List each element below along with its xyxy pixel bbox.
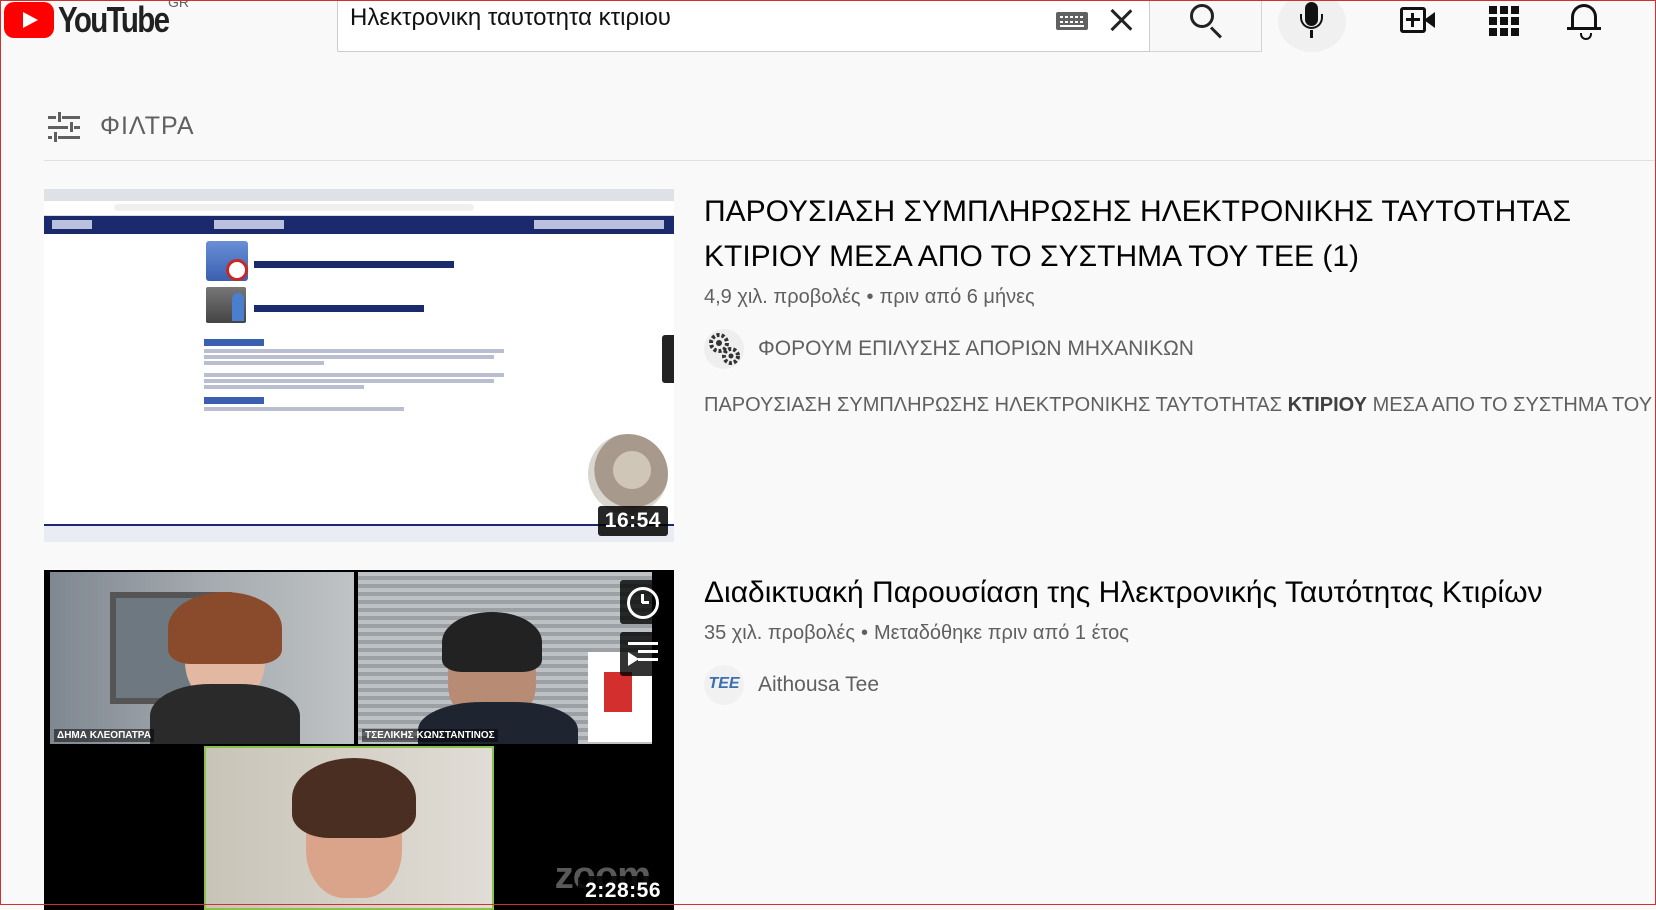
add-to-queue-button[interactable] xyxy=(620,632,664,676)
view-count: 4,9 χιλ. προβολές xyxy=(704,286,861,308)
channel-avatar[interactable] xyxy=(704,329,744,369)
video-info: ΠΑΡΟΥΣΙΑΣΗ ΣΥΜΠΛΗΡΩΣΗΣ ΗΛΕΚΤΡΟΝΙΚΗΣ ΤΑΥΤ… xyxy=(704,189,1656,419)
search-box[interactable] xyxy=(337,0,1150,52)
search-button[interactable] xyxy=(1150,0,1262,52)
video-thumbnail[interactable]: 16:54 xyxy=(44,189,674,542)
logo-text: YouTube xyxy=(58,0,170,40)
channel-avatar-text: TEE xyxy=(708,675,740,692)
masthead: YouTube GR xyxy=(0,0,1656,64)
video-result[interactable]: 16:54 ΠΑΡΟΥΣΙΑΣΗ ΣΥΜΠΛΗΡΩΣΗΣ ΗΛΕΚΤΡΟΝΙΚΗ… xyxy=(44,189,1656,542)
upload-age: πριν από 6 μήνες xyxy=(879,286,1035,308)
youtube-logo[interactable]: YouTube xyxy=(4,0,193,40)
participant-name: ΔΗΜΑ ΚΛΕΟΠΑΤΡΑ xyxy=(54,729,154,742)
thumbnail-image: ΔΗΜΑ ΚΛΕΟΠΑΤΡΑ ΤΣΕΛΙΚΗΣ ΚΩΝΣΤΑΝΤΙΝΟΣ zoo… xyxy=(44,570,674,910)
video-title[interactable]: Διαδικτυακή Παρουσίαση της Ηλεκτρονικής … xyxy=(704,570,1656,615)
separator-dot: • xyxy=(860,622,868,644)
gears-icon xyxy=(709,333,740,365)
thumbnail-image xyxy=(44,189,674,542)
duration-badge: 16:54 xyxy=(597,506,668,536)
channel-row[interactable]: TEE Aithousa Tee xyxy=(704,665,1656,705)
separator-dot: • xyxy=(866,286,874,308)
video-thumbnail[interactable]: ΔΗΜΑ ΚΛΕΟΠΑΤΡΑ ΤΣΕΛΙΚΗΣ ΚΩΝΣΤΑΝΤΙΝΟΣ zoo… xyxy=(44,570,674,910)
channel-row[interactable]: ΦΟΡΟΥΜ ΕΠΙΛΥΣΗΣ ΑΠΟΡΙΩΝ ΜΗΧΑΝΙΚΩΝ xyxy=(704,329,1656,369)
filter-sliders-icon xyxy=(48,112,80,142)
video-meta: 4,9 χιλ. προβολές • πριν από 6 μήνες xyxy=(704,283,1656,311)
duration-badge: 2:28:56 xyxy=(578,876,668,906)
video-info: Διαδικτυακή Παρουσίαση της Ηλεκτρονικής … xyxy=(704,570,1656,705)
snippet-highlight: ΚΤΙΡΙΟΥ xyxy=(1287,394,1368,416)
camera-lens-shape xyxy=(1424,12,1435,28)
watch-later-button[interactable] xyxy=(620,580,664,624)
video-result[interactable]: ΔΗΜΑ ΚΛΕΟΠΑΤΡΑ ΤΣΕΛΙΚΗΣ ΚΩΝΣΤΑΝΤΙΝΟΣ zoo… xyxy=(44,570,1656,910)
voice-search-button[interactable] xyxy=(1278,0,1346,52)
create-video-icon xyxy=(1400,7,1426,33)
filter-bar: ΦΙΛΤΡΑ xyxy=(44,100,1656,161)
clock-icon xyxy=(627,587,659,619)
channel-avatar[interactable]: TEE xyxy=(704,665,744,705)
channel-name[interactable]: ΦΟΡΟΥΜ ΕΠΙΛΥΣΗΣ ΑΠΟΡΙΩΝ ΜΗΧΑΝΙΚΩΝ xyxy=(758,337,1194,361)
video-title[interactable]: ΠΑΡΟΥΣΙΑΣΗ ΣΥΜΠΛΗΡΩΣΗΣ ΗΛΕΚΤΡΟΝΙΚΗΣ ΤΑΥΤ… xyxy=(704,189,1656,279)
participant-tile: ΤΣΕΛΙΚΗΣ ΚΩΝΣΤΑΝΤΙΝΟΣ xyxy=(358,572,652,744)
country-code: GR xyxy=(168,0,189,10)
add-to-queue-icon xyxy=(628,642,658,666)
mic-icon xyxy=(1300,2,1323,38)
notifications-icon[interactable] xyxy=(1567,4,1601,40)
search-icon xyxy=(1190,4,1214,28)
description-snippet: ΠΑΡΟΥΣΙΑΣΗ ΣΥΜΠΛΗΡΩΣΗΣ ΗΛΕΚΤΡΟΝΙΚΗΣ ΤΑΥΤ… xyxy=(704,394,1653,416)
view-count: 35 χιλ. προβολές xyxy=(704,622,855,644)
youtube-play-icon xyxy=(4,2,54,38)
channel-name[interactable]: Aithousa Tee xyxy=(758,673,879,697)
filters-label: ΦΙΛΤΡΑ xyxy=(100,112,195,140)
keyboard-icon[interactable] xyxy=(1056,12,1088,30)
apps-icon[interactable] xyxy=(1489,6,1519,36)
video-meta: 35 χιλ. προβολές • Μεταδόθηκε πριν από 1 έ… xyxy=(704,619,1656,647)
participant-name: ΤΣΕΛΙΚΗΣ ΚΩΝΣΤΑΝΤΙΝΟΣ xyxy=(362,729,498,742)
clear-icon[interactable] xyxy=(1106,5,1136,35)
participant-tile: ΔΗΜΑ ΚΛΕΟΠΑΤΡΑ xyxy=(50,572,354,744)
upload-age: Μεταδόθηκε πριν από 1 έτος xyxy=(873,622,1129,644)
search-input[interactable] xyxy=(350,0,1050,38)
active-speaker-tile xyxy=(204,746,494,910)
